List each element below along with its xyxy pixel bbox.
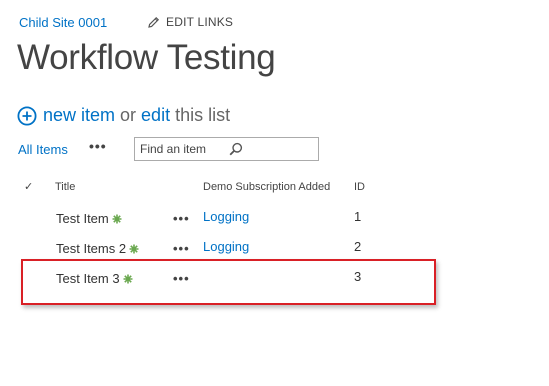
edit-list-link[interactable]: edit <box>141 105 170 126</box>
item-id: 1 <box>354 209 362 224</box>
search-placeholder: Find an item <box>140 142 207 156</box>
item-id: 2 <box>354 239 362 254</box>
search-icon[interactable] <box>229 142 313 156</box>
column-header-demo-subscription[interactable]: Demo Subscription Added <box>203 181 330 193</box>
new-item-link[interactable]: new item <box>43 105 115 126</box>
select-all-check-icon[interactable]: ✓ <box>24 180 33 193</box>
add-circle-icon[interactable] <box>17 105 37 126</box>
this-list-label: this list <box>175 105 231 125</box>
page-title: Workflow Testing <box>17 38 276 77</box>
row-menu-ellipsis-icon[interactable]: ••• <box>173 241 190 256</box>
view-selector: All Items ••• <box>18 137 106 161</box>
highlight-annotation-box <box>21 259 436 305</box>
pencil-icon <box>148 16 160 28</box>
search-input[interactable]: Find an item <box>134 137 319 161</box>
new-item-icon <box>112 212 122 227</box>
view-more-ellipsis-icon[interactable]: ••• <box>89 138 107 154</box>
column-header-id[interactable]: ID <box>354 181 365 193</box>
column-header-title[interactable]: Title <box>55 181 75 193</box>
new-item-bar: new item or edit this list <box>17 105 230 126</box>
demo-subscription-link[interactable]: Logging <box>203 239 249 254</box>
view-all-items[interactable]: All Items <box>18 142 68 157</box>
row-menu-ellipsis-icon[interactable]: ••• <box>173 211 190 226</box>
demo-subscription-link[interactable]: Logging <box>203 209 249 224</box>
new-item-icon <box>129 242 139 257</box>
item-title-link[interactable]: Test Items 2 <box>56 241 126 256</box>
table-row-title[interactable]: Test Item <box>56 211 122 227</box>
item-title-link[interactable]: Test Item <box>56 211 109 226</box>
table-row-title[interactable]: Test Items 2 <box>56 241 139 257</box>
edit-links-label: EDIT LINKS <box>166 15 234 29</box>
or-label: or <box>120 105 137 125</box>
edit-links-button[interactable]: EDIT LINKS <box>148 15 233 29</box>
page: Child Site 0001 EDIT LINKS Workflow Test… <box>0 0 549 386</box>
breadcrumb-site-link[interactable]: Child Site 0001 <box>19 15 107 30</box>
